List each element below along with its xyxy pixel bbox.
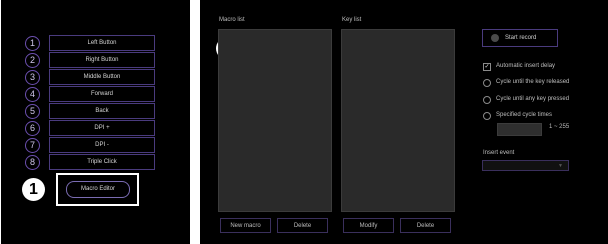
number-7-icon: 7 bbox=[25, 138, 40, 153]
key-list-label: Key list bbox=[342, 17, 362, 23]
middle-button-assign[interactable]: Middle Button bbox=[49, 69, 155, 85]
number-1-icon: 1 bbox=[25, 36, 40, 51]
cycle-released-label: Cycle until the key released bbox=[496, 79, 570, 85]
button-row-7: 7 DPI - bbox=[25, 137, 155, 153]
number-3-icon: 3 bbox=[25, 70, 40, 85]
button-row-3: 3 Middle Button bbox=[25, 69, 155, 85]
back-button-assign[interactable]: Back bbox=[49, 103, 155, 119]
step-1-badge: 1 bbox=[22, 178, 45, 201]
delete-key-button[interactable]: Delete bbox=[400, 218, 451, 233]
start-record-label: Start record bbox=[505, 35, 537, 41]
delete-macro-button[interactable]: Delete bbox=[277, 218, 328, 233]
triple-click-button-assign[interactable]: Triple Click bbox=[49, 154, 155, 170]
button-row-8: 8 Triple Click bbox=[25, 154, 155, 170]
number-8-icon: 8 bbox=[25, 155, 40, 170]
macro-list[interactable] bbox=[218, 29, 332, 212]
cycle-released-radio[interactable] bbox=[483, 79, 491, 87]
right-button-assign[interactable]: Right Button bbox=[49, 52, 155, 68]
button-row-1: 1 Left Button bbox=[25, 35, 155, 51]
auto-delay-label: Automatic insert delay bbox=[496, 63, 556, 69]
cycle-pressed-label: Cycle until any key pressed bbox=[496, 96, 570, 102]
button-row-2: 2 Right Button bbox=[25, 52, 155, 68]
number-5-icon: 5 bbox=[25, 104, 40, 119]
insert-event-label: Insert event bbox=[483, 150, 515, 156]
new-macro-button[interactable]: New macro bbox=[220, 218, 271, 233]
cycle-times-input[interactable] bbox=[497, 123, 542, 136]
record-icon bbox=[491, 34, 499, 42]
specified-times-label: Specified cycle times bbox=[496, 112, 553, 118]
button-row-5: 5 Back bbox=[25, 103, 155, 119]
insert-event-dropdown[interactable]: ▼ bbox=[482, 160, 569, 171]
auto-delay-checkbox[interactable]: ✓ bbox=[483, 63, 491, 71]
button-row-4: 4 Forward bbox=[25, 86, 155, 102]
button-row-6: 6 DPI + bbox=[25, 120, 155, 136]
start-record-button[interactable]: Start record bbox=[482, 29, 558, 47]
dpi-minus-button-assign[interactable]: DPI - bbox=[49, 137, 155, 153]
chevron-down-icon: ▼ bbox=[558, 163, 563, 169]
cycle-pressed-radio[interactable] bbox=[483, 96, 491, 104]
key-list[interactable] bbox=[341, 29, 455, 212]
number-4-icon: 4 bbox=[25, 87, 40, 102]
dpi-plus-button-assign[interactable]: DPI + bbox=[49, 120, 155, 136]
number-2-icon: 2 bbox=[25, 53, 40, 68]
cycle-range-label: 1 ~ 255 bbox=[549, 124, 570, 130]
left-button-assign[interactable]: Left Button bbox=[49, 35, 155, 51]
macro-list-label: Macro list bbox=[219, 17, 245, 23]
modify-button[interactable]: Modify bbox=[343, 218, 394, 233]
number-6-icon: 6 bbox=[25, 121, 40, 136]
specified-times-radio[interactable] bbox=[483, 112, 491, 120]
macro-editor-button[interactable]: Macro Editor bbox=[66, 181, 130, 198]
forward-button-assign[interactable]: Forward bbox=[49, 86, 155, 102]
